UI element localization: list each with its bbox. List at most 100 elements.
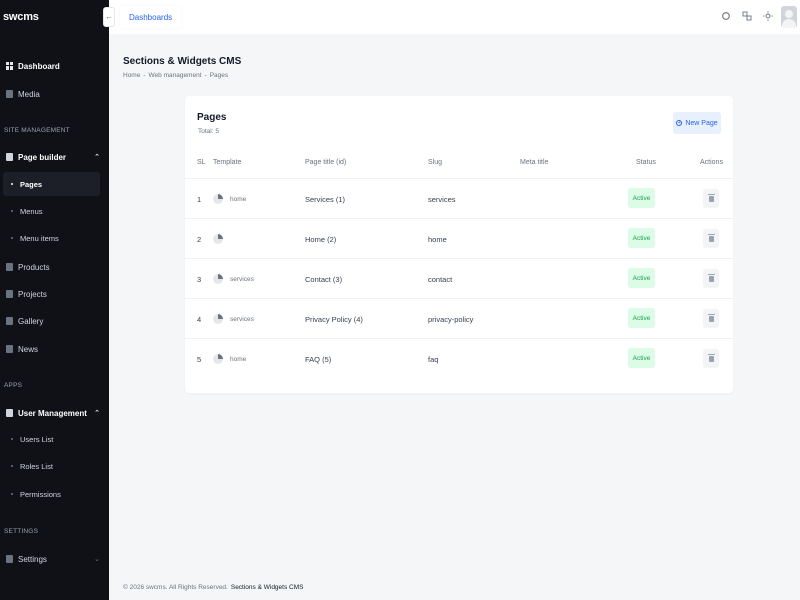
table-row: 1 home Services (1) services Active: [185, 178, 733, 218]
delete-button[interactable]: [703, 229, 719, 248]
sidebar-item-label: News: [18, 344, 39, 354]
cell-page-title[interactable]: Privacy Policy (4): [305, 299, 363, 339]
translate-icon[interactable]: [742, 11, 752, 21]
breadcrumb-home[interactable]: Home: [123, 72, 140, 79]
sidebar-subitem-pages[interactable]: Pages: [3, 172, 100, 196]
table-row: 4 services Privacy Policy (4) privacy-po…: [185, 298, 733, 338]
template-thumbnail-icon: [213, 194, 223, 204]
card-title: Pages: [197, 112, 227, 123]
sidebar-subitem-label: Menus: [20, 206, 43, 216]
column-header-template: Template: [213, 159, 242, 166]
cell-page-title[interactable]: Contact (3): [305, 259, 342, 299]
page-builder-icon: [6, 153, 13, 161]
trash-icon: [707, 313, 715, 322]
status-badge: Active: [628, 268, 655, 288]
delete-button[interactable]: [703, 309, 719, 328]
sidebar-item-dashboard[interactable]: Dashboard: [0, 54, 109, 78]
cell-template: services: [213, 299, 254, 339]
cell-sl: 3: [197, 274, 202, 284]
delete-button[interactable]: [703, 269, 719, 288]
section-label-apps: APPS: [4, 382, 23, 389]
section-label-site-management: SITE MANAGEMENT: [4, 127, 70, 134]
sidebar-subitem-users-list[interactable]: Users List: [3, 427, 100, 451]
trash-icon: [707, 193, 715, 202]
sidebar-item-label: Projects: [18, 289, 47, 299]
sidebar-subitem-menus[interactable]: Menus: [3, 199, 100, 223]
template-thumbnail-icon: [213, 274, 223, 284]
sidebar-subitem-label: Roles List: [20, 461, 53, 471]
bullet-icon: [11, 493, 13, 495]
new-page-label: New Page: [685, 119, 718, 127]
sidebar-item-settings[interactable]: Settings ⌄: [0, 547, 109, 571]
delete-button[interactable]: [703, 189, 719, 208]
new-page-button[interactable]: + New Page: [673, 112, 721, 134]
sidebar-subitem-permissions[interactable]: Permissions: [3, 482, 100, 506]
sidebar-subitem-roles-list[interactable]: Roles List: [3, 454, 100, 478]
sidebar-item-page-builder[interactable]: Page builder ⌃: [0, 145, 109, 169]
template-thumbnail-icon: [213, 314, 223, 324]
template-name: home: [230, 355, 247, 363]
delete-button[interactable]: [703, 349, 719, 368]
status-badge: Active: [628, 308, 655, 328]
status-badge: Active: [628, 188, 655, 208]
template-name: services: [230, 315, 254, 323]
sidebar-item-media[interactable]: Media: [0, 82, 109, 106]
top-header: ← Dashboards: [103, 0, 800, 34]
bullet-icon: [11, 438, 13, 440]
status-badge: Active: [628, 348, 655, 368]
settings-icon: [6, 555, 13, 563]
sidebar-subitem-label: Permissions: [20, 489, 61, 499]
sidebar-item-gallery[interactable]: Gallery: [0, 309, 109, 333]
column-header-actions: Actions: [700, 159, 723, 166]
collapse-sidebar-button[interactable]: ←: [103, 7, 115, 27]
card-total: Total: 5: [198, 128, 219, 135]
sidebar-item-label: Page builder: [18, 152, 67, 162]
sidebar-item-products[interactable]: Products: [0, 255, 109, 279]
chevron-down-icon: ⌄: [94, 556, 100, 563]
sidebar-subitem-label: Users List: [20, 434, 54, 444]
column-header-slug: Slug: [428, 159, 443, 166]
search-icon[interactable]: [721, 11, 731, 21]
app-logo[interactable]: swcms: [3, 11, 39, 23]
avatar-body: [782, 19, 796, 28]
projects-icon: [6, 290, 13, 298]
breadcrumb-separator: -: [204, 72, 207, 79]
chevron-up-icon: ⌃: [94, 154, 100, 161]
template-thumbnail-icon: [213, 354, 223, 364]
footer-brand: Sections & Widgets CMS: [230, 584, 304, 591]
sun-icon[interactable]: [763, 11, 773, 21]
breadcrumb-web-management[interactable]: Web management: [149, 72, 202, 79]
breadcrumb: Home - Web management - Pages: [123, 72, 228, 79]
cell-slug: privacy-policy: [428, 314, 474, 324]
cell-template: home: [213, 339, 246, 379]
tab-dashboards[interactable]: Dashboards: [120, 6, 182, 28]
cell-slug: contact: [428, 274, 453, 284]
column-header-status: Status: [636, 159, 656, 166]
cell-slug: services: [428, 194, 456, 204]
gallery-icon: [6, 317, 13, 325]
sidebar-item-user-management[interactable]: User Management ⌃: [0, 401, 109, 425]
cell-page-title[interactable]: Services (1): [305, 179, 345, 219]
page-title: Sections & Widgets CMS: [123, 56, 242, 67]
sidebar-item-label: Products: [18, 262, 50, 272]
sidebar-subitem-menu-items[interactable]: Menu items: [3, 226, 100, 250]
sidebar-item-projects[interactable]: Projects: [0, 282, 109, 306]
cell-template: [213, 219, 230, 259]
sidebar-item-label: Gallery: [18, 316, 44, 326]
sidebar-subitem-label: Menu items: [20, 233, 59, 243]
template-name: home: [230, 195, 247, 203]
sidebar-item-news[interactable]: News: [0, 337, 109, 361]
cell-page-title[interactable]: FAQ (5): [305, 339, 331, 379]
bullet-icon: [11, 237, 13, 239]
table-row: 2 Home (2) home Active: [185, 218, 733, 258]
column-header-meta-title: Meta title: [520, 159, 549, 166]
avatar[interactable]: [781, 6, 797, 28]
trash-icon: [707, 273, 715, 282]
arrow-left-icon: ←: [105, 13, 113, 21]
cell-page-title[interactable]: Home (2): [305, 219, 336, 259]
cell-slug: faq: [428, 354, 439, 364]
media-icon: [6, 90, 13, 98]
pages-card: Pages Total: 5 + New Page SL Template Pa…: [185, 96, 733, 393]
cell-slug: home: [428, 234, 447, 244]
bullet-icon: [11, 210, 13, 212]
